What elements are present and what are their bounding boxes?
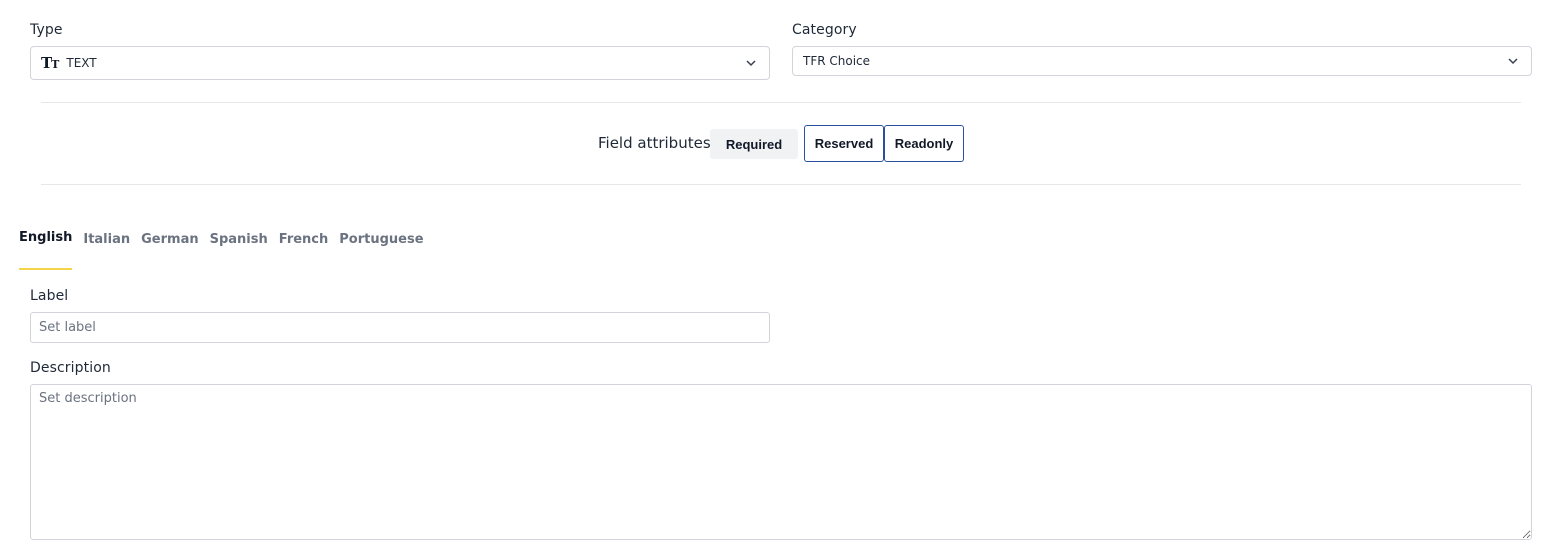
divider-bottom [41,184,1521,185]
tab-portuguese[interactable]: Portuguese [339,230,423,270]
description-textarea[interactable] [30,384,1532,540]
type-label: Type [30,22,63,38]
category-select-value: TFR Choice [803,54,871,68]
field-attributes-title: Field attributes [598,134,711,152]
tab-english[interactable]: English [19,230,73,270]
language-tabs: English Italian German Spanish French Po… [19,230,424,272]
tab-italian[interactable]: Italian [83,230,130,270]
label-input[interactable] [30,312,770,343]
readonly-toggle[interactable]: Readonly [884,125,964,162]
chevron-down-icon [746,60,756,67]
chevron-down-icon [1508,58,1518,65]
label-field-label: Label [30,288,69,304]
divider-top [41,102,1521,103]
category-label: Category [792,22,857,38]
category-select[interactable]: TFR Choice [792,46,1532,76]
tab-german[interactable]: German [141,230,198,270]
type-select-value: TEXT [66,56,97,70]
tab-french[interactable]: French [279,230,329,270]
field-editor: Type TT TEXT Category TFR Choice Field a… [0,0,1549,548]
tab-spanish[interactable]: Spanish [210,230,268,270]
description-field-label: Description [30,360,111,376]
type-select[interactable]: TT TEXT [30,46,770,80]
reserved-toggle[interactable]: Reserved [804,125,884,162]
required-toggle[interactable]: Required [710,129,798,159]
text-type-icon: TT [41,54,59,72]
